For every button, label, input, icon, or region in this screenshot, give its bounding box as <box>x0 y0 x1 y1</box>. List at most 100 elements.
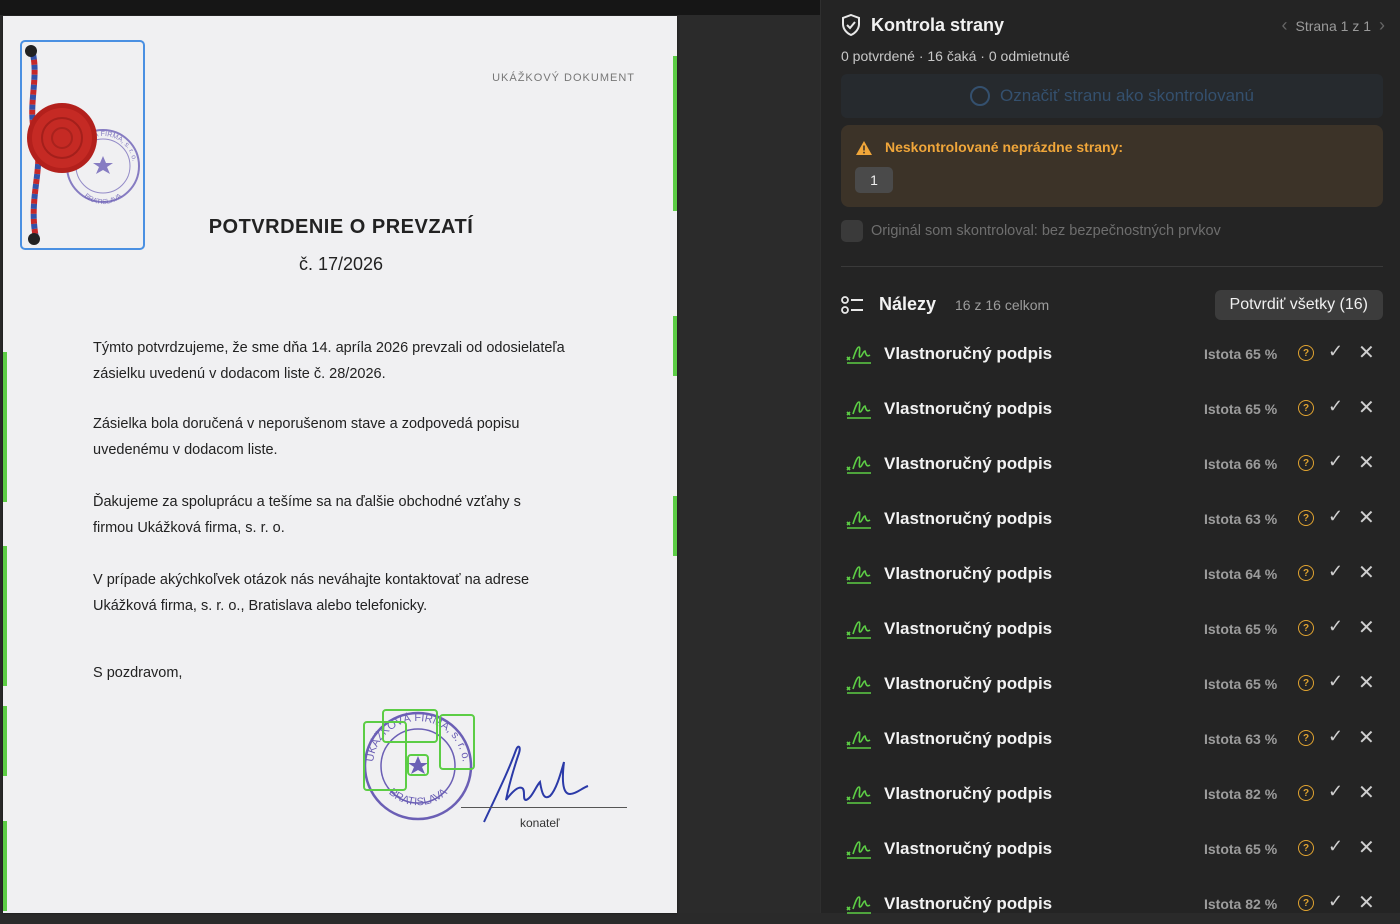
signature-icon <box>845 563 873 590</box>
question-circle-icon[interactable]: ? <box>1298 895 1314 911</box>
handwritten-signature <box>483 745 589 823</box>
finding-name: Vlastnoručný podpis <box>884 399 1053 418</box>
finding-item[interactable]: Vlastnoručný podpis Istota 65 %? ✓ ✕ <box>841 609 1387 649</box>
signature-icon <box>845 398 873 425</box>
signature-icon <box>845 728 873 755</box>
confirm-finding-button[interactable]: ✓ <box>1328 891 1343 912</box>
findings-count: 16 z 16 celkom <box>955 297 1050 313</box>
warning-text: Neskontrolované neprázdne strany: <box>885 139 1124 155</box>
reject-finding-button[interactable]: ✕ <box>1358 835 1375 860</box>
reject-finding-button[interactable]: ✕ <box>1358 340 1375 365</box>
reject-finding-button[interactable]: ✕ <box>1358 450 1375 475</box>
finding-item[interactable]: Vlastnoručný podpis Istota 65 %? ✓ ✕ <box>841 829 1387 869</box>
reject-finding-button[interactable]: ✕ <box>1358 560 1375 585</box>
confirm-finding-button[interactable]: ✓ <box>1328 341 1343 362</box>
finding-confidence: Istota 65 % <box>1204 841 1278 857</box>
detection-box[interactable] <box>439 714 475 770</box>
checklist-icon <box>841 296 863 314</box>
document-page: UKÁŽKOVÁ FIRMA, s. r. o. BRATISLAVA UKÁŽ… <box>3 16 677 913</box>
reject-finding-button[interactable]: ✕ <box>1358 725 1375 750</box>
finding-item[interactable]: Vlastnoručný podpis Istota 64 %? ✓ ✕ <box>841 554 1387 594</box>
findings-label: Nálezy <box>879 294 937 314</box>
finding-item[interactable]: Vlastnoručný podpis Istota 65 %? ✓ ✕ <box>841 664 1387 704</box>
chevron-left-icon[interactable]: ‹ <box>1282 15 1288 36</box>
paragraph-3: Ďakujeme za spoluprácu a tešíme sa na ďa… <box>93 494 521 536</box>
mark-page-reviewed-button[interactable]: Označiť stranu ako skontrolovanú <box>841 74 1383 118</box>
finding-confidence: Istota 66 % <box>1204 456 1278 472</box>
unreviewed-page-badge[interactable]: 1 <box>855 167 893 193</box>
finding-item[interactable]: Vlastnoručný podpis Istota 65 %? ✓ ✕ <box>841 334 1387 374</box>
finding-name: Vlastnoručný podpis <box>884 784 1053 803</box>
reject-finding-button[interactable]: ✕ <box>1358 615 1375 640</box>
reject-finding-button[interactable]: ✕ <box>1358 505 1375 530</box>
confirm-finding-button[interactable]: ✓ <box>1328 781 1343 802</box>
finding-confidence: Istota 82 % <box>1204 896 1278 912</box>
confirm-finding-button[interactable]: ✓ <box>1328 671 1343 692</box>
detection-box[interactable] <box>363 721 407 791</box>
finding-item[interactable]: Vlastnoručný podpis Istota 82 %? ✓ ✕ <box>841 774 1387 814</box>
question-circle-icon[interactable]: ? <box>1298 510 1314 526</box>
confirm-finding-button[interactable]: ✓ <box>1328 396 1343 417</box>
signer-role: konateľ <box>520 816 560 830</box>
original-checked-checkbox[interactable] <box>841 220 863 242</box>
reject-finding-button[interactable]: ✕ <box>1358 890 1375 915</box>
question-circle-icon[interactable]: ? <box>1298 620 1314 636</box>
confirm-finding-button[interactable]: ✓ <box>1328 451 1343 472</box>
finding-item[interactable]: Vlastnoručný podpis Istota 82 %? ✓ ✕ <box>841 884 1387 924</box>
question-circle-icon[interactable]: ? <box>1298 400 1314 416</box>
confirm-finding-button[interactable]: ✓ <box>1328 836 1343 857</box>
finding-confidence: Istota 65 % <box>1204 676 1278 692</box>
signature-line <box>461 807 627 808</box>
panel-header: Kontrola strany <box>841 14 1004 36</box>
question-circle-icon[interactable]: ? <box>1298 455 1314 471</box>
divider <box>841 266 1383 267</box>
top-bar <box>0 0 820 15</box>
confirm-finding-button[interactable]: ✓ <box>1328 506 1343 527</box>
warning-triangle-icon <box>856 141 872 155</box>
signature-icon <box>845 783 873 810</box>
confirm-finding-button[interactable]: ✓ <box>1328 726 1343 747</box>
circle-icon <box>970 86 991 106</box>
signature-icon <box>845 343 873 370</box>
finding-confidence: Istota 65 % <box>1204 621 1278 637</box>
finding-item[interactable]: Vlastnoručný podpis Istota 66 %? ✓ ✕ <box>841 444 1387 484</box>
question-circle-icon[interactable]: ? <box>1298 840 1314 856</box>
reject-finding-button[interactable]: ✕ <box>1358 670 1375 695</box>
detection-box[interactable] <box>407 754 429 776</box>
finding-item[interactable]: Vlastnoručný podpis Istota 63 %? ✓ ✕ <box>841 499 1387 539</box>
document-label: UKÁŽKOVÝ DOKUMENT <box>492 72 635 84</box>
reject-finding-button[interactable]: ✕ <box>1358 395 1375 420</box>
finding-item[interactable]: Vlastnoručný podpis Istota 63 %? ✓ ✕ <box>841 719 1387 759</box>
original-checked-row[interactable]: Originál som skontroloval: bez bezpečnos… <box>841 220 1221 242</box>
page-pager: ‹ Strana 1 z 1 › <box>1282 15 1386 36</box>
confirm-all-button[interactable]: Potvrdiť všetky (16) <box>1214 290 1383 320</box>
confirm-finding-button[interactable]: ✓ <box>1328 561 1343 582</box>
finding-confidence: Istota 63 % <box>1204 731 1278 747</box>
question-circle-icon[interactable]: ? <box>1298 675 1314 691</box>
mark-page-reviewed-label: Označiť stranu ako skontrolovanú <box>1000 86 1254 105</box>
paragraph-4: V prípade akýchkoľvek otázok nás neváhaj… <box>93 572 530 614</box>
finding-confidence: Istota 82 % <box>1204 786 1278 802</box>
signature-icon <box>845 838 873 865</box>
finding-confidence: Istota 63 % <box>1204 511 1278 527</box>
finding-confidence: Istota 65 % <box>1204 346 1278 362</box>
left-scan-marks <box>3 16 7 913</box>
confirm-finding-button[interactable]: ✓ <box>1328 616 1343 637</box>
paragraph-2: Zásielka bola doručená v neporušenom sta… <box>93 416 520 458</box>
finding-confidence: Istota 65 % <box>1204 401 1278 417</box>
question-circle-icon[interactable]: ? <box>1298 785 1314 801</box>
pager-label: Strana 1 z 1 <box>1295 17 1372 34</box>
signature-icon <box>845 618 873 645</box>
question-circle-icon[interactable]: ? <box>1298 565 1314 581</box>
finding-name: Vlastnoručný podpis <box>884 674 1053 693</box>
finding-name: Vlastnoručný podpis <box>884 454 1053 473</box>
viewer-gutter <box>677 15 820 913</box>
signature-icon <box>845 673 873 700</box>
review-panel: Kontrola strany ‹ Strana 1 z 1 › 0 potvr… <box>820 0 1400 914</box>
reject-finding-button[interactable]: ✕ <box>1358 780 1375 805</box>
finding-item[interactable]: Vlastnoručný podpis Istota 65 %? ✓ ✕ <box>841 389 1387 429</box>
chevron-right-icon[interactable]: › <box>1379 15 1385 36</box>
question-circle-icon[interactable]: ? <box>1298 345 1314 361</box>
question-circle-icon[interactable]: ? <box>1298 730 1314 746</box>
signature-icon <box>845 508 873 535</box>
